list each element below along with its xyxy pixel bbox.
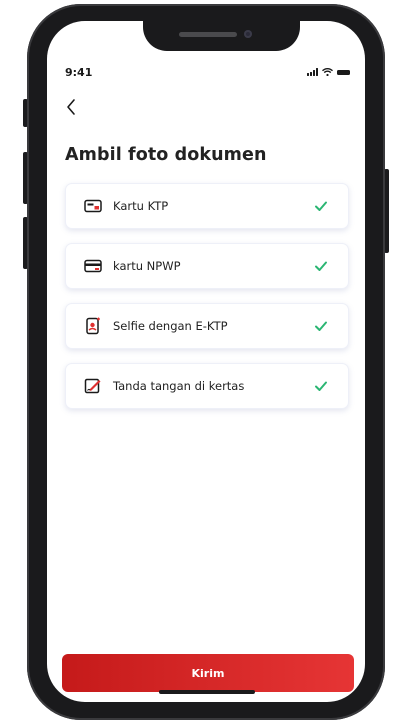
check-icon — [315, 381, 327, 391]
submit-button[interactable]: Kirim — [62, 654, 354, 692]
phone-screen: 9:41 Ambil foto dokumen Kartu KTP kartu … — [47, 21, 365, 702]
chevron-left-icon — [67, 99, 75, 115]
back-button[interactable] — [65, 97, 77, 121]
document-label: kartu NPWP — [113, 259, 181, 273]
card-icon — [84, 259, 102, 273]
front-camera — [244, 30, 252, 38]
document-item-selfie[interactable]: Selfie dengan E-KTP — [65, 303, 349, 349]
check-icon — [315, 261, 327, 271]
document-label: Selfie dengan E-KTP — [113, 319, 228, 333]
signal-icon — [307, 68, 318, 76]
document-label: Kartu KTP — [113, 199, 169, 213]
notch — [143, 21, 300, 51]
battery-icon — [337, 70, 350, 75]
status-icons — [307, 68, 350, 76]
document-label: Tanda tangan di kertas — [113, 379, 245, 393]
page-title: Ambil foto dokumen — [65, 145, 267, 165]
document-item-npwp[interactable]: kartu NPWP — [65, 243, 349, 289]
speaker — [179, 32, 237, 37]
home-indicator — [159, 690, 255, 694]
status-time: 9:41 — [65, 66, 93, 79]
check-icon — [315, 201, 327, 211]
document-item-signature[interactable]: Tanda tangan di kertas — [65, 363, 349, 409]
document-item-ktp[interactable]: Kartu KTP — [65, 183, 349, 229]
check-icon — [315, 321, 327, 331]
document-list: Kartu KTP kartu NPWP Selfie dengan E-KTP… — [65, 183, 349, 423]
selfie-phone-icon — [86, 317, 100, 335]
signature-icon — [84, 378, 101, 394]
wifi-icon — [322, 68, 333, 76]
id-card-icon — [84, 199, 102, 213]
